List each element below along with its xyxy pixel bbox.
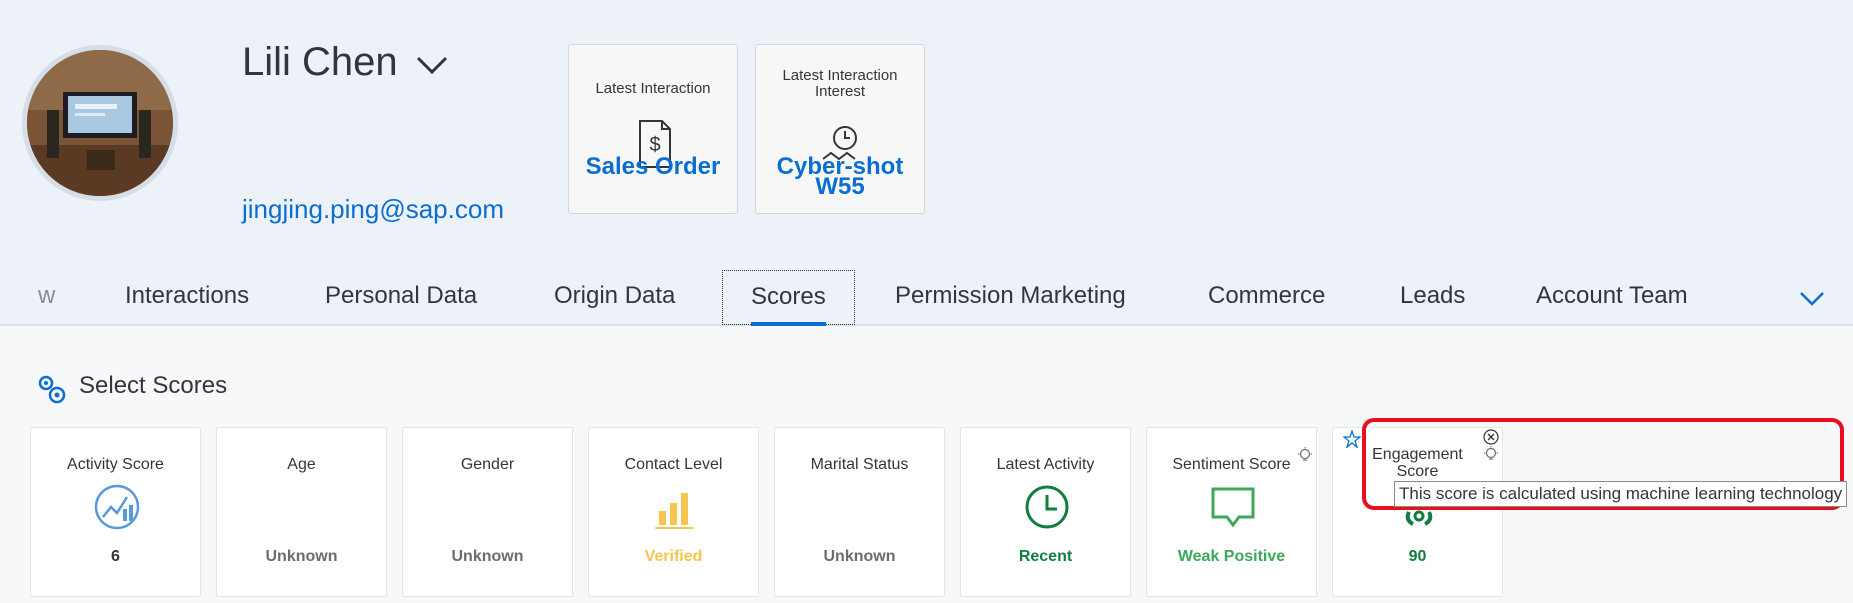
tile-title: Age <box>287 456 316 473</box>
tile-value: 6 <box>111 548 120 565</box>
tile-title: Activity Score <box>67 456 164 473</box>
tile-title: Contact Level <box>624 456 723 473</box>
score-tile-activity[interactable]: Activity Score 6 <box>30 427 201 597</box>
score-tile-marital-status[interactable]: Marital Status Unknown <box>774 427 945 597</box>
contact-name: Lili Chen <box>242 40 398 84</box>
card-title: Latest Interaction <box>595 80 711 97</box>
tooltip: This score is calculated using machine l… <box>1394 481 1848 507</box>
email-link[interactable]: jingjing.ping@sap.com <box>242 194 504 225</box>
chevron-down-icon[interactable] <box>1797 288 1827 308</box>
tab-leads[interactable]: Leads <box>1400 282 1465 310</box>
tab-account-team[interactable]: Account Team <box>1536 282 1688 310</box>
tile-title: Latest Activity <box>996 456 1095 473</box>
section-title: Select Scores <box>79 372 228 399</box>
score-tile-contact-level[interactable]: Contact Level Verified <box>588 427 759 597</box>
card-value: Cyber-shot W55 <box>776 153 904 200</box>
bar-chart-icon <box>655 493 693 529</box>
tile-value: Verified <box>644 548 703 565</box>
tab-overview[interactable]: w <box>38 282 55 310</box>
lightbulb-icon[interactable] <box>1296 446 1314 464</box>
gears-icon <box>38 375 66 404</box>
tile-value: Unknown <box>451 548 524 565</box>
tab-commerce[interactable]: Commerce <box>1208 282 1325 310</box>
tile-title: Marital Status <box>810 456 909 473</box>
score-tile-age[interactable]: Age Unknown <box>216 427 387 597</box>
activity-score-icon <box>94 484 140 530</box>
speech-bubble-icon <box>1211 487 1255 528</box>
tab-origin-data[interactable]: Origin Data <box>554 282 675 310</box>
tab-bar: w Interactions Personal Data Origin Data… <box>0 268 1853 326</box>
tab-interactions[interactable]: Interactions <box>125 282 249 310</box>
avatar <box>22 45 178 201</box>
score-tile-gender[interactable]: Gender Unknown <box>402 427 573 597</box>
tile-title: Sentiment Score <box>1172 456 1291 473</box>
tab-permission-marketing[interactable]: Permission Marketing <box>895 282 1126 310</box>
tile-value: Recent <box>1018 548 1073 565</box>
engagement-icon <box>1405 510 1433 526</box>
latest-interest-card[interactable]: Latest Interaction Interest Cyber-shot W… <box>755 44 925 214</box>
tile-value: Unknown <box>265 548 338 565</box>
clock-icon <box>1025 485 1069 529</box>
tab-scores[interactable]: Scores <box>722 270 855 326</box>
score-tile-sentiment[interactable]: Sentiment Score Weak Positive <box>1146 427 1317 597</box>
tile-value: Unknown <box>823 548 896 565</box>
tile-title: Gender <box>460 456 515 473</box>
card-title: Latest Interaction Interest <box>782 67 898 100</box>
chevron-down-icon[interactable] <box>414 52 450 76</box>
tile-value: Weak Positive <box>1177 548 1286 565</box>
tab-personal-data[interactable]: Personal Data <box>325 282 477 310</box>
tile-value: 90 <box>1408 548 1427 565</box>
card-value: Sales Order <box>585 153 721 180</box>
score-tile-latest-activity[interactable]: Latest Activity Recent <box>960 427 1131 597</box>
latest-interaction-card[interactable]: Latest Interaction $ Sales Order <box>568 44 738 214</box>
